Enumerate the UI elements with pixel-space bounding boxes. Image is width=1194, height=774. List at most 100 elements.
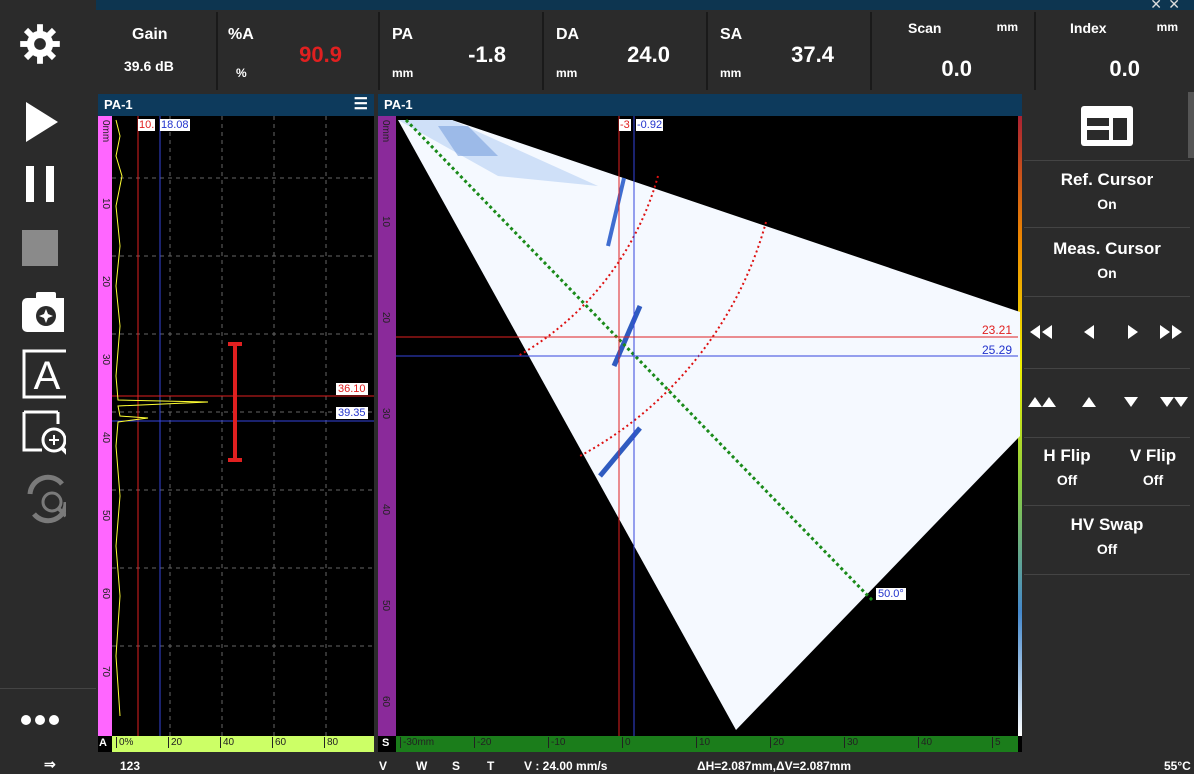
status-delta: ΔH=2.087mm,ΔV=2.087mm: [697, 759, 852, 773]
hv-swap-toggle[interactable]: HV Swap Off: [1024, 507, 1190, 575]
window-top-strip: [0, 0, 1194, 10]
da-readout[interactable]: DA mm 24.0: [546, 12, 708, 90]
ascan-gate-red-label: 36.10: [336, 383, 368, 395]
sa-readout[interactable]: SA mm 37.4: [710, 12, 872, 90]
sa-label: SA: [720, 26, 743, 43]
gain-readout[interactable]: Gain 39.6 dB: [82, 12, 218, 90]
play-icon[interactable]: [18, 100, 62, 144]
index-readout[interactable]: Index mm 0.0: [1036, 12, 1194, 90]
h-flip-state: Off: [1056, 472, 1078, 488]
ascan-y-tick: 30: [100, 354, 111, 366]
index-label: Index: [1070, 20, 1107, 36]
ascan-y-tick: 60: [100, 588, 111, 600]
sscan-x-tick: 40: [918, 737, 932, 748]
pa-a-unit: %: [236, 66, 247, 80]
left-toolbar: A: [0, 0, 96, 752]
v-flip-state: Off: [1142, 472, 1164, 488]
pa-unit: mm: [392, 66, 414, 80]
ascan-corner-label: A: [99, 737, 107, 749]
ascan-x-tick: 20: [168, 737, 182, 748]
ascan-x-tick: 0%: [116, 737, 133, 748]
ascan-gate-blue-label: 39.35: [336, 407, 368, 419]
more-icon[interactable]: [18, 698, 62, 742]
sscan-cursor-blue-label: -0.92: [636, 119, 664, 131]
meas-cursor-toggle[interactable]: Meas. Cursor On: [1024, 229, 1190, 297]
sscan-plot[interactable]: [378, 116, 1022, 752]
sscan-x-tick: 5: [992, 737, 1001, 748]
pa-a-value: 90.9: [299, 42, 342, 67]
pa-readout[interactable]: PA mm -1.8: [382, 12, 544, 90]
h-flip-toggle[interactable]: H Flip Off: [1024, 446, 1110, 488]
status-count: 123: [120, 759, 141, 773]
stop-icon[interactable]: [18, 226, 62, 270]
zoom-icon[interactable]: [22, 410, 66, 458]
v-flip-toggle[interactable]: V Flip Off: [1110, 446, 1194, 488]
sscan-h-blue-label: 25.29: [982, 343, 1013, 357]
svg-text:A: A: [34, 354, 61, 398]
sscan-x-tick: 30: [844, 737, 858, 748]
hv-swap-state: Off: [1096, 541, 1118, 557]
horizontal-nav: [1024, 298, 1190, 369]
vertical-nav: [1024, 369, 1190, 438]
sa-unit: mm: [720, 66, 742, 80]
sscan-y-tick: 20: [380, 312, 391, 324]
sscan-y-tick: 50: [380, 600, 391, 612]
right-menu-scrollbar[interactable]: [1188, 92, 1194, 158]
da-value: 24.0: [627, 42, 670, 67]
toolbar-divider: [0, 688, 96, 689]
sscan-y-tick: 40: [380, 504, 391, 516]
sscan-x-tick: 20: [770, 737, 784, 748]
ascan-panel[interactable]: PA-1 ☰ 10. 18.08 36.10 39.35 A 0mm 10 20 30…: [98, 94, 374, 752]
sscan-panel[interactable]: PA-1 -3 -0.92 23.21 25.29 50.0° S 0mm 10 2…: [378, 94, 1022, 752]
left-icon: [1084, 325, 1094, 339]
ascan-plot[interactable]: [98, 116, 374, 752]
status-temperature: 55°C: [1164, 759, 1191, 773]
gain-label: Gain: [132, 26, 168, 43]
text-annotation-icon[interactable]: A: [22, 349, 66, 399]
gear-icon[interactable]: [18, 22, 62, 66]
sscan-title: PA-1: [384, 97, 413, 112]
horizontal-arrows: [1030, 325, 1182, 339]
camera-icon[interactable]: [20, 290, 64, 334]
ascan-y-axis: 0mm 10 20 30 40 50 60 70: [98, 116, 112, 736]
sscan-h-red-label: 23.21: [982, 323, 1013, 337]
scan-readout[interactable]: Scan mm 0.0: [874, 12, 1036, 90]
gain-value: 39.6 dB: [124, 58, 174, 74]
sscan-y-axis: 0mm 10 20 30 40 50 60: [378, 116, 396, 736]
pa-a-label: %A: [228, 26, 254, 43]
vertical-arrows: [1028, 397, 1188, 407]
sscan-corner-label: S: [382, 737, 390, 749]
scan-value: 0.0: [941, 56, 972, 81]
v-flip-label: V Flip: [1129, 446, 1177, 465]
sscan-x-tick: 10: [696, 737, 710, 748]
meas-cursor-label: Meas. Cursor: [1053, 239, 1161, 258]
pa-value: -1.8: [468, 42, 506, 67]
sscan-x-tick: -30mm: [400, 737, 434, 748]
status-t: T: [487, 759, 495, 773]
layout-button[interactable]: [1024, 92, 1190, 161]
da-label: DA: [556, 26, 580, 43]
ascan-x-tick: 60: [272, 737, 286, 748]
status-w: W: [416, 759, 428, 773]
ascan-cursor-red-label: 10.: [138, 119, 156, 131]
layout-icon: [1081, 106, 1133, 146]
refresh-zoom-icon[interactable]: [22, 474, 66, 524]
index-value: 0.0: [1109, 56, 1140, 81]
da-unit: mm: [556, 66, 578, 80]
ascan-title-bar: PA-1 ☰: [98, 94, 374, 116]
pa-a-readout[interactable]: %A % 90.9: [218, 12, 380, 90]
ascan-y-tick: 40: [100, 432, 111, 444]
hamburger-menu-icon[interactable]: ☰: [354, 94, 368, 116]
ascan-y-tick: 70: [100, 666, 111, 678]
sscan-x-tick: -20: [474, 737, 491, 748]
right-icon: [1128, 325, 1138, 339]
status-bar: ⇒ 123 V W S T V : 24.00 mm/s ΔH=2.087mm,…: [0, 752, 1194, 774]
status-velocity: V : 24.00 mm/s: [524, 759, 608, 773]
sscan-title-bar: PA-1: [378, 94, 1022, 116]
ascan-y-tick: 10: [100, 198, 111, 210]
ascan-y-tick: 0mm: [100, 120, 111, 143]
pause-icon[interactable]: [18, 162, 62, 206]
sscan-x-tick: 0: [622, 737, 631, 748]
ascan-y-tick: 20: [100, 276, 111, 288]
ref-cursor-toggle[interactable]: Ref. Cursor On: [1024, 160, 1190, 228]
